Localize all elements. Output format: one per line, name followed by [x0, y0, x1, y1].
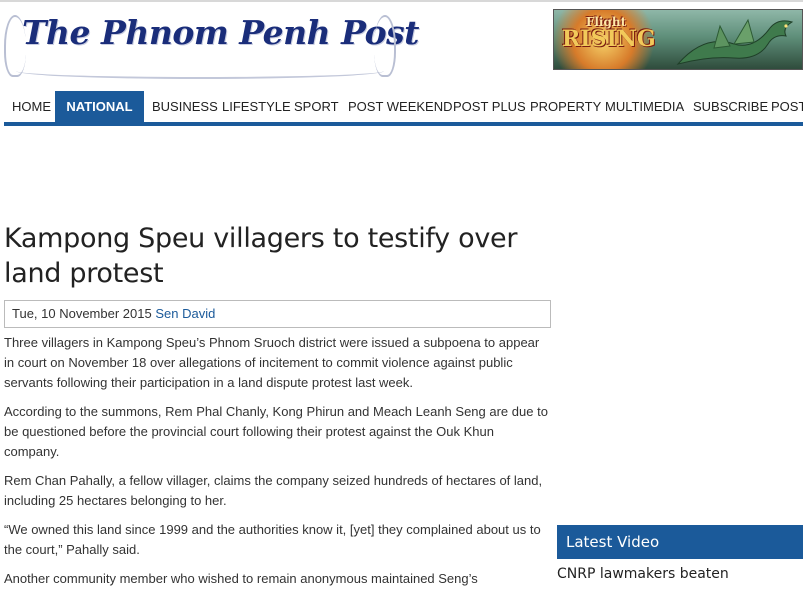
- article-meta: Tue, 10 November 2015 Sen David: [4, 300, 551, 328]
- top-border: [0, 0, 803, 2]
- main-navigation: HOME NATIONAL BUSINESS LIFESTYLE SPORT P…: [4, 91, 803, 126]
- nav-business[interactable]: BUSINESS: [152, 91, 218, 122]
- article-paragraph: According to the summons, Rem Phal Chanl…: [4, 404, 548, 459]
- article-paragraph: Another community member who wished to r…: [4, 571, 478, 586]
- ad-banner[interactable]: Flight RISING: [553, 9, 803, 70]
- logo-text: The Phnom Penh Post: [22, 13, 419, 52]
- article-paragraph: “We owned this land since 1999 and the a…: [4, 522, 541, 557]
- latest-video-heading: Latest Video: [557, 525, 803, 559]
- nav-sport[interactable]: SPORT: [294, 91, 339, 122]
- nav-multimedia[interactable]: MULTIMEDIA: [605, 91, 684, 122]
- nav-subscribe[interactable]: SUBSCRIBE: [693, 91, 768, 122]
- ad-logo-line2: RISING: [562, 26, 656, 52]
- nav-lifestyle[interactable]: LIFESTYLE: [222, 91, 291, 122]
- article-headline: Kampong Speu villagers to testify over l…: [4, 223, 518, 289]
- ad-logo: Flight RISING: [562, 16, 656, 52]
- article-date: Tue, 10 November 2015: [12, 306, 152, 321]
- article-body: Three villagers in Kampong Speu’s Phnom …: [4, 333, 552, 590]
- logo-ornament-base: [16, 63, 384, 79]
- nav-home[interactable]: HOME: [12, 91, 51, 122]
- article-author-link[interactable]: Sen David: [155, 306, 215, 321]
- logo-ornament-right: [374, 15, 396, 77]
- latest-video-title-link[interactable]: CNRP lawmakers beaten: [557, 566, 803, 582]
- site-logo[interactable]: The Phnom Penh Post: [4, 7, 419, 85]
- nav-property[interactable]: PROPERTY: [530, 91, 601, 122]
- nav-post[interactable]: POST: [771, 91, 803, 122]
- nav-post-weekend[interactable]: POST WEEKEND: [348, 91, 453, 122]
- article-paragraph: Three villagers in Kampong Speu’s Phnom …: [4, 335, 540, 390]
- nav-post-plus[interactable]: POST PLUS: [453, 91, 526, 122]
- dragon-illustration: [676, 18, 794, 65]
- article-paragraph: Rem Chan Pahally, a fellow villager, cla…: [4, 473, 543, 508]
- nav-national[interactable]: NATIONAL: [55, 91, 144, 122]
